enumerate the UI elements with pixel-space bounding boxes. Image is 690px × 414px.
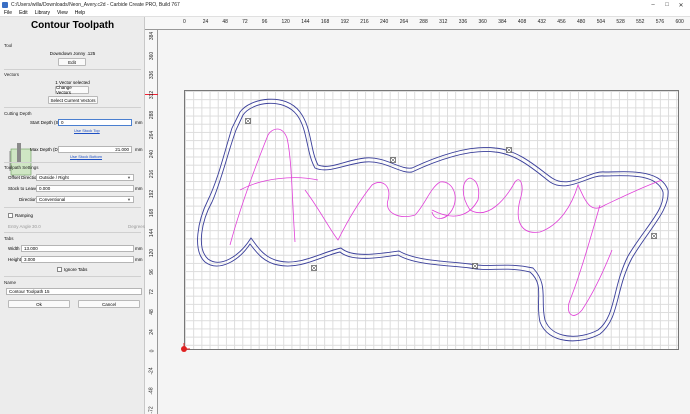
- avery-lettering-path[interactable]: [229, 128, 663, 316]
- origin-marker: [181, 343, 190, 352]
- design-drawing: [181, 98, 669, 352]
- contour-vector-path[interactable]: [200, 102, 664, 337]
